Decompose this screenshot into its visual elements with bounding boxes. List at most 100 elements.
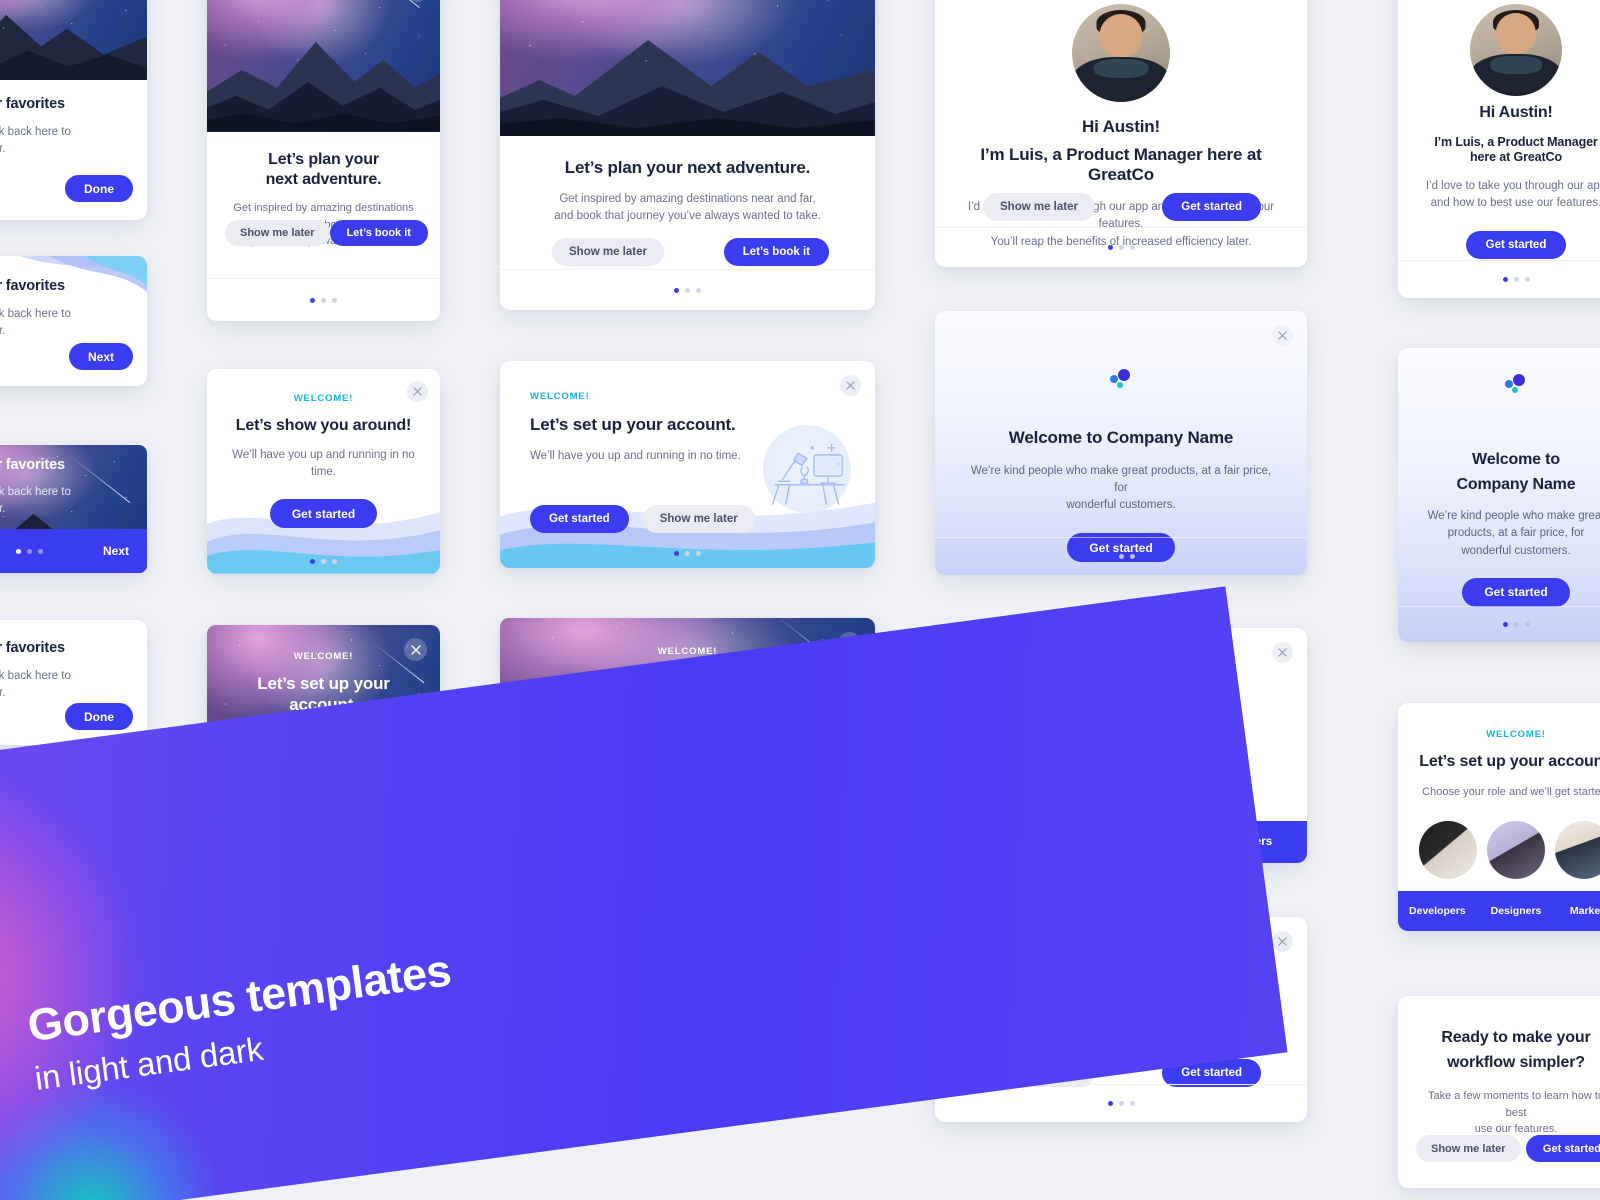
card-favorites-wave-next[interactable]: Track your favorites You can check back …: [0, 256, 147, 386]
get-started-button[interactable]: Get started: [1162, 193, 1261, 221]
role-tab-marketers[interactable]: Marketers: [1555, 905, 1600, 917]
pagination-dots[interactable]: [310, 297, 337, 303]
pagination-dots[interactable]: [310, 559, 337, 564]
show-me-later-button[interactable]: Show me later: [1416, 1135, 1521, 1162]
favorites-action-bar: Skip Next: [0, 529, 147, 573]
get-started-button[interactable]: Get started: [530, 505, 629, 533]
show-me-later-button[interactable]: Show me later: [552, 238, 664, 266]
eyebrow-label: WELCOME!: [1486, 729, 1546, 740]
role-tab-designers[interactable]: Designers: [1477, 905, 1556, 917]
card-adventure-wide[interactable]: Let’s plan your next adventure. Get insp…: [500, 0, 875, 310]
card-title: Track your favorites: [0, 640, 65, 656]
eyebrow-label: WELCOME!: [293, 393, 354, 404]
avatar: [1072, 4, 1170, 102]
card-body: Choose your role and we’ll get started.: [1422, 785, 1600, 798]
card-title: Let’s set up your account.: [1419, 753, 1600, 770]
pagination-footer: [207, 278, 440, 321]
card-title-line2b: here at GreatCo: [1470, 149, 1562, 164]
card-title-line2: next adventure.: [265, 170, 382, 188]
card-title: Let’s set up your account.: [530, 415, 736, 434]
card-workflow-narrow[interactable]: Ready to make your workflow simpler? Tak…: [1398, 996, 1600, 1188]
card-body-line2: find them later.: [0, 686, 6, 699]
pagination-dots: [15, 548, 43, 554]
card-greeting-narrow[interactable]: Hi Austin! I’m Luis, a Product Manager h…: [1398, 0, 1600, 298]
card-body: We’ll have you up and running in no time…: [232, 448, 415, 478]
eyebrow-label: WELCOME!: [530, 391, 590, 402]
card-title: Track your favorites: [0, 457, 65, 473]
close-icon[interactable]: [1272, 642, 1293, 663]
pagination-footer: [1398, 606, 1600, 642]
desk-workspace-illustration: [763, 425, 851, 513]
card-title: Let’s plan your next adventure.: [564, 158, 811, 177]
close-icon[interactable]: [1272, 325, 1293, 346]
lets-book-it-button[interactable]: Let’s book it: [723, 238, 829, 266]
card-title-line2: workflow simpler?: [1447, 1053, 1585, 1071]
card-title-line1: Let’s plan your: [268, 151, 379, 168]
night-sky-hero-image: [500, 0, 875, 136]
pagination-dots[interactable]: [674, 287, 701, 293]
card-body-line1: Take a few moments to learn how to best: [1427, 1090, 1600, 1119]
card-setup-illustration[interactable]: WELCOME! Let’s set up your account. We’l…: [500, 361, 875, 568]
card-title-line1: Ready to make your: [1441, 1029, 1591, 1046]
card-favorites-dark-bar[interactable]: Track your favorites You can check back …: [0, 445, 147, 573]
avatar: [1470, 4, 1562, 96]
lets-book-it-button[interactable]: Let’s book it: [329, 220, 428, 246]
card-title-line1: Hi Austin!: [1082, 117, 1160, 136]
card-title: Welcome to Company Name: [1008, 428, 1234, 447]
next-button[interactable]: Next: [103, 544, 129, 558]
role-tab-developers[interactable]: Developers: [1398, 905, 1477, 917]
card-favorites-plain-done[interactable]: Track your favorites You can check back …: [0, 620, 147, 745]
shooting-star-icon: [756, 0, 829, 1]
card-favorites-photo-done[interactable]: Track your favorites You can check back …: [0, 0, 147, 220]
card-adventure-narrow[interactable]: Let’s plan your next adventure. Get insp…: [207, 0, 440, 321]
card-title: Track your favorites: [0, 96, 65, 112]
pagination-dots[interactable]: [1107, 1101, 1135, 1106]
card-body-line2: and book that journey you’ve always want…: [554, 209, 821, 222]
pagination-dots[interactable]: [674, 551, 701, 556]
card-show-around-small[interactable]: WELCOME! Let’s show you around! We’ll ha…: [207, 369, 440, 574]
card-body-line2: products, at a fair price, for: [1447, 527, 1585, 540]
pagination-dots[interactable]: [1502, 622, 1530, 627]
show-me-later-button[interactable]: Show me later: [225, 220, 330, 246]
get-started-button[interactable]: Get started: [1525, 1135, 1600, 1162]
promo-banner-text: Gorgeous templates in light and dark: [25, 944, 460, 1098]
close-icon[interactable]: [840, 375, 861, 396]
card-title-line2: Company Name: [1456, 475, 1576, 493]
mountain-silhouette: [207, 30, 440, 132]
card-title-line1: Hi Austin!: [1479, 104, 1553, 121]
card-body-line2: wonderful customers.: [1066, 499, 1176, 512]
done-button[interactable]: Done: [65, 175, 133, 202]
pagination-dots[interactable]: [1502, 277, 1530, 282]
get-started-button[interactable]: Get started: [269, 499, 378, 529]
card-body-line1: You can check back here to: [0, 307, 71, 320]
show-me-later-button[interactable]: Show me later: [642, 505, 755, 533]
close-icon[interactable]: [1272, 931, 1293, 952]
card-body-line1: Get inspired by amazing destinations nea…: [559, 192, 816, 205]
role-photo-marketers[interactable]: [1555, 821, 1600, 879]
role-photo-designers[interactable]: [1487, 821, 1545, 879]
template-showcase-canvas: Track your favorites You can check back …: [0, 0, 1600, 1200]
done-button[interactable]: Done: [65, 703, 133, 730]
close-icon[interactable]: [404, 638, 427, 661]
role-photo-developers[interactable]: [1419, 821, 1477, 879]
card-body-line2: and how to best use our features.: [1430, 197, 1600, 210]
mountain-silhouette: [0, 7, 147, 80]
card-body-line1: You can check back here to: [0, 669, 71, 682]
card-role-select-narrow[interactable]: WELCOME! Let’s set up your account. Choo…: [1398, 703, 1600, 931]
card-body-line1: We’re kind people who make great: [1427, 510, 1600, 523]
card-body-line2: find them later.: [0, 324, 6, 337]
card-company-welcome-narrow[interactable]: Welcome to Company Name We’re kind peopl…: [1398, 348, 1600, 642]
show-me-later-button[interactable]: Show me later: [983, 193, 1095, 221]
get-started-button[interactable]: Get started: [1462, 577, 1570, 607]
pagination-dots[interactable]: [1107, 554, 1135, 559]
next-button[interactable]: Next: [68, 343, 133, 370]
card-title-line2: I’m Luis, a Product Manager here at Grea…: [980, 144, 1262, 185]
night-sky-hero-image: [207, 0, 440, 132]
card-body-line1: I’d love to take you through our app: [1425, 180, 1600, 193]
get-started-button[interactable]: Get started: [1465, 230, 1567, 259]
card-greeting-wide[interactable]: Hi Austin! I’m Luis, a Product Manager h…: [935, 0, 1307, 267]
card-company-welcome-wide[interactable]: Welcome to Company Name We’re kind peopl…: [935, 311, 1307, 575]
pagination-dots[interactable]: [1107, 245, 1135, 250]
pagination-footer: [500, 269, 875, 310]
close-icon[interactable]: [406, 0, 428, 2]
